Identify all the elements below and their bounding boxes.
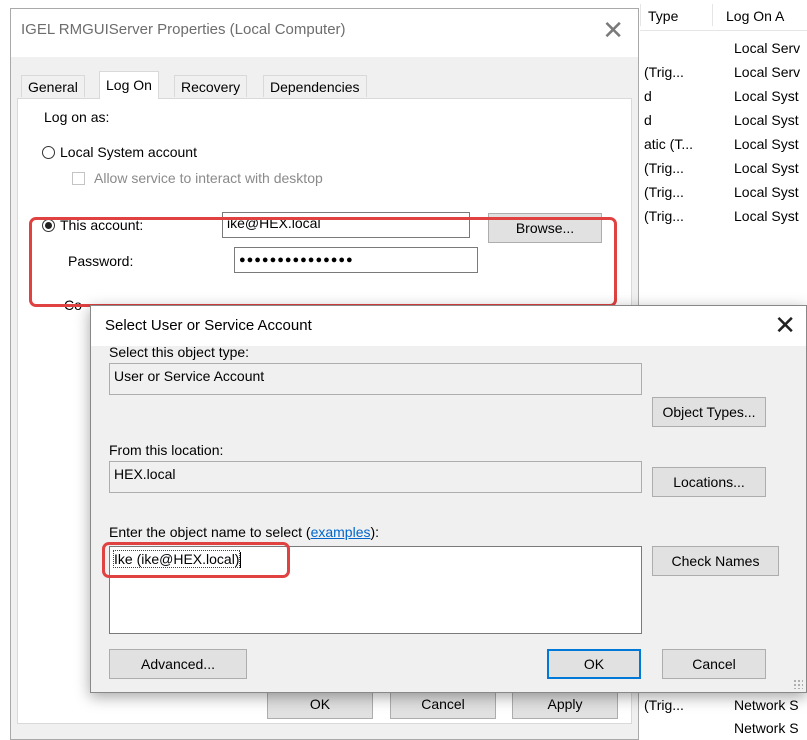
properties-titlebar[interactable]: IGEL RMGUIServer Properties (Local Compu…: [11, 9, 638, 57]
close-icon[interactable]: ✕: [602, 15, 624, 45]
password-field[interactable]: ●●●●●●●●●●●●●●●: [234, 247, 478, 273]
locations-button[interactable]: Locations...: [652, 467, 766, 497]
logon-as-label: Log on as:: [44, 109, 110, 125]
object-types-button[interactable]: Object Types...: [652, 397, 766, 427]
service-row[interactable]: d Local Syst: [640, 112, 807, 132]
apply-button[interactable]: Apply: [512, 689, 618, 719]
local-system-label[interactable]: Local System account: [60, 144, 197, 160]
tab-general[interactable]: General: [21, 75, 85, 97]
this-account-label[interactable]: This account:: [60, 217, 143, 233]
service-row[interactable]: Local Serv: [640, 40, 807, 60]
tab-recovery[interactable]: Recovery: [174, 75, 248, 97]
service-row[interactable]: (Trig... Network S: [640, 697, 807, 717]
service-row[interactable]: Network S: [640, 720, 807, 740]
browse-button[interactable]: Browse...: [488, 213, 602, 243]
select-user-dialog: Select User or Service Account ✕ Select …: [90, 305, 807, 693]
object-name-input[interactable]: Ike (ike@HEX.local): [109, 546, 642, 634]
service-row[interactable]: (Trig... Local Syst: [640, 160, 807, 180]
select-dialog-title: Select User or Service Account: [105, 317, 312, 334]
object-type-label: Select this object type:: [109, 344, 250, 360]
location-field: HEX.local: [109, 461, 642, 493]
service-row[interactable]: (Trig... Local Syst: [640, 208, 807, 228]
resize-grip[interactable]: [793, 679, 803, 689]
interact-desktop-checkbox[interactable]: [72, 172, 85, 185]
service-row[interactable]: d Local Syst: [640, 88, 807, 108]
column-separator[interactable]: [640, 4, 641, 26]
column-header-logon-as[interactable]: Log On A: [726, 8, 784, 24]
check-names-button[interactable]: Check Names: [652, 546, 779, 576]
select-dialog-titlebar[interactable]: Select User or Service Account ✕: [91, 306, 806, 346]
confirm-password-label: Co: [64, 297, 82, 313]
services-list-header: Type Log On A: [640, 0, 807, 31]
interact-desktop-label: Allow service to interact with desktop: [94, 170, 323, 186]
service-row[interactable]: (Trig... Local Serv: [640, 64, 807, 84]
this-account-radio[interactable]: [42, 219, 55, 232]
account-field[interactable]: ike@HEX.local: [222, 212, 470, 238]
location-label: From this location:: [109, 442, 224, 458]
service-row[interactable]: (Trig... Local Syst: [640, 184, 807, 204]
cancel-button[interactable]: Cancel: [390, 689, 496, 719]
close-icon[interactable]: ✕: [774, 310, 796, 340]
object-type-field: User or Service Account: [109, 363, 642, 395]
service-row[interactable]: atic (T... Local Syst: [640, 136, 807, 156]
text-cursor: [240, 552, 242, 569]
ok-button[interactable]: OK: [267, 689, 373, 719]
tab-dependencies[interactable]: Dependencies: [263, 75, 367, 97]
local-system-radio[interactable]: [42, 146, 55, 159]
enter-name-label: Enter the object name to select (example…: [109, 524, 380, 540]
column-header-type[interactable]: Type: [648, 8, 678, 24]
tab-log-on[interactable]: Log On: [99, 71, 159, 99]
advanced-button[interactable]: Advanced...: [109, 649, 247, 679]
column-separator[interactable]: [712, 4, 713, 26]
cancel-button[interactable]: Cancel: [662, 649, 766, 679]
object-name-value: Ike (ike@HEX.local): [113, 550, 241, 568]
examples-link[interactable]: examples: [311, 524, 371, 540]
password-label: Password:: [68, 253, 134, 269]
ok-button[interactable]: OK: [547, 649, 641, 679]
properties-title: IGEL RMGUIServer Properties (Local Compu…: [21, 21, 346, 38]
